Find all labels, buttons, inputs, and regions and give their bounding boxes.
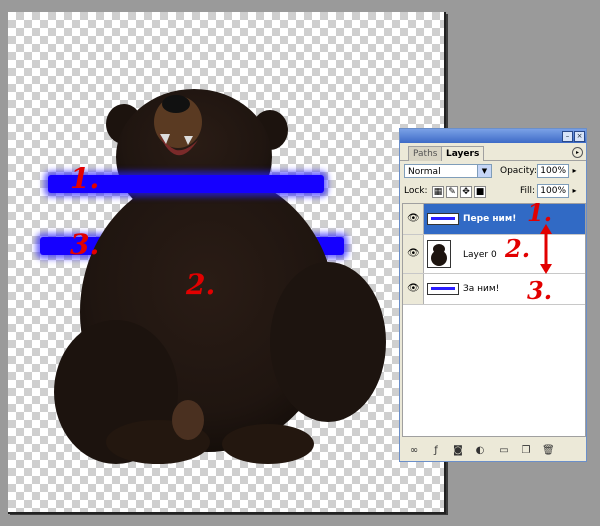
link-layers-icon[interactable]: ∞ — [408, 445, 420, 457]
layer-name: Layer 0 — [463, 250, 497, 260]
opacity-label: Opacity: — [500, 166, 537, 176]
visibility-cell[interactable]: 👁 — [403, 204, 424, 234]
blend-mode-value: Normal — [408, 167, 441, 177]
layer-name: Пере ним! — [463, 214, 517, 224]
eye-icon[interactable]: 👁 — [407, 249, 420, 259]
bear-image — [54, 89, 386, 464]
annotation-2-panel: 2. — [505, 234, 531, 263]
eye-icon[interactable]: 👁 — [407, 284, 420, 294]
bear-thumbnail-image — [431, 244, 447, 266]
layer-style-icon[interactable]: ƒ — [430, 445, 442, 457]
layer-name: За ним! — [463, 284, 500, 294]
close-icon[interactable]: × — [574, 131, 585, 142]
minimize-icon[interactable]: – — [562, 131, 573, 142]
lock-transparency-icon[interactable]: ▦ — [432, 186, 444, 198]
layer-row[interactable]: 👁 Layer 0 — [403, 235, 585, 274]
opacity-arrow-icon[interactable]: ▸ — [570, 164, 579, 178]
blend-row: Normal ▼ Opacity: 100% ▸ — [404, 163, 584, 181]
eye-icon[interactable]: 👁 — [407, 214, 420, 224]
visibility-cell[interactable]: 👁 — [403, 274, 424, 304]
fill-label: Fill: — [520, 186, 536, 196]
lock-label: Lock: — [404, 186, 428, 196]
lock-all-icon[interactable]: ■ — [474, 186, 486, 198]
lock-move-icon[interactable]: ✥ — [460, 186, 472, 198]
annotation-1-panel: 1. — [527, 198, 553, 227]
panel-footer: ∞ ƒ ◙ ◐ ▭ ❐ 🗑 — [406, 443, 582, 459]
tab-layers[interactable]: Layers — [441, 146, 485, 161]
lock-row: Lock: ▦ ✎ ✥ ■ Fill: 100% ▸ — [404, 184, 584, 200]
layer-thumbnail — [427, 283, 459, 295]
layer-thumbnail — [427, 240, 451, 268]
new-group-icon[interactable]: ▭ — [498, 445, 510, 457]
annotation-2-left: 2. — [186, 268, 216, 301]
layers-panel: – × Paths Layers ▸ Normal ▼ Opacity: 100… — [399, 128, 587, 462]
layer-row[interactable]: 👁 За ним! — [403, 274, 585, 305]
panel-titlebar[interactable]: – × — [400, 129, 586, 143]
delete-layer-icon[interactable]: 🗑 — [542, 445, 555, 457]
panel-tabs: Paths Layers — [400, 144, 586, 161]
fill-arrow-icon[interactable]: ▸ — [570, 184, 579, 198]
document-canvas[interactable]: 1. 3. 2. — [8, 12, 446, 514]
layers-list: 👁 Пере ним! 👁 Layer 0 👁 За ним! 1. 2. 3. — [402, 198, 586, 437]
add-mask-icon[interactable]: ◙ — [452, 445, 464, 457]
double-arrow-icon — [540, 224, 552, 274]
annotation-3-panel: 3. — [527, 276, 553, 305]
annotation-3-left: 3. — [70, 228, 100, 261]
panel-menu-icon[interactable]: ▸ — [572, 147, 583, 158]
layer-row[interactable]: 👁 Пере ним! — [403, 204, 585, 235]
layer-thumbnail — [427, 213, 459, 225]
blend-mode-select[interactable]: Normal ▼ — [404, 164, 492, 178]
annotation-1-left: 1. — [70, 162, 100, 195]
tab-paths[interactable]: Paths — [408, 146, 443, 161]
adjustment-layer-icon[interactable]: ◐ — [474, 445, 486, 457]
new-layer-icon[interactable]: ❐ — [520, 445, 532, 457]
visibility-cell[interactable]: 👁 — [403, 235, 424, 273]
opacity-field[interactable]: 100% — [537, 164, 569, 178]
chevron-down-icon[interactable]: ▼ — [477, 165, 491, 177]
lock-paint-icon[interactable]: ✎ — [446, 186, 458, 198]
fill-field[interactable]: 100% — [537, 184, 569, 198]
